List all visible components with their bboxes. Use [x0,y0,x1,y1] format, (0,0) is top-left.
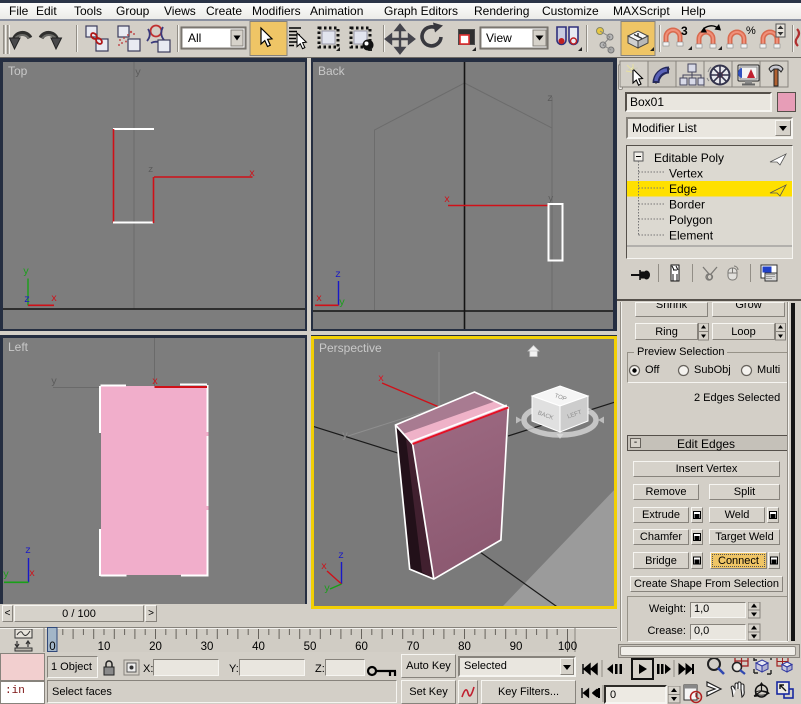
svg-text:z: z [25,546,31,557]
svg-text:y: y [3,570,9,581]
svg-text:50: 50 [304,641,317,652]
svg-text:y: y [135,68,141,79]
svg-text:x: x [316,294,322,305]
svg-text:z: z [335,270,341,281]
svg-text:y: y [51,377,57,388]
svg-text:z: z [547,94,553,105]
svg-text:y: y [548,194,554,204]
svg-text:20: 20 [149,641,162,652]
svg-text:x: x [321,562,327,573]
svg-text:Editable Poly: Editable Poly [654,151,724,165]
svg-text:View: View [486,31,512,45]
svg-text:Polygon: Polygon [669,213,712,227]
svg-text:All: All [188,31,201,45]
svg-text:10: 10 [98,641,111,652]
svg-text:Y:: Y: [229,663,239,675]
svg-text:y: y [339,298,345,309]
svg-text:80: 80 [458,641,471,652]
svg-text:30: 30 [201,641,214,652]
svg-text:Edge: Edge [669,182,697,196]
svg-text:z: z [24,295,30,306]
svg-text:Z:: Z: [315,663,325,675]
svg-text:y: y [23,267,29,278]
svg-text:x: x [29,569,35,580]
svg-text:40: 40 [252,641,265,652]
svg-text:100: 100 [558,641,577,652]
svg-text:x: x [249,169,255,180]
svg-text:90: 90 [510,641,523,652]
svg-text:z: z [338,551,344,562]
svg-text:y: y [342,431,348,442]
svg-text:x: x [444,195,450,206]
svg-text:60: 60 [355,641,368,652]
svg-text:z: z [148,165,153,175]
svg-text:x: x [378,374,384,385]
svg-text:X:: X: [143,663,153,675]
svg-text:70: 70 [407,641,420,652]
svg-text:Element: Element [669,229,714,243]
svg-text:0: 0 [49,641,55,652]
svg-text:%: % [746,25,756,37]
svg-text:3: 3 [681,24,688,38]
svg-text:y: y [324,584,330,595]
svg-text:Border: Border [669,198,705,212]
svg-text:Vertex: Vertex [669,167,703,181]
svg-text:x: x [51,294,57,305]
